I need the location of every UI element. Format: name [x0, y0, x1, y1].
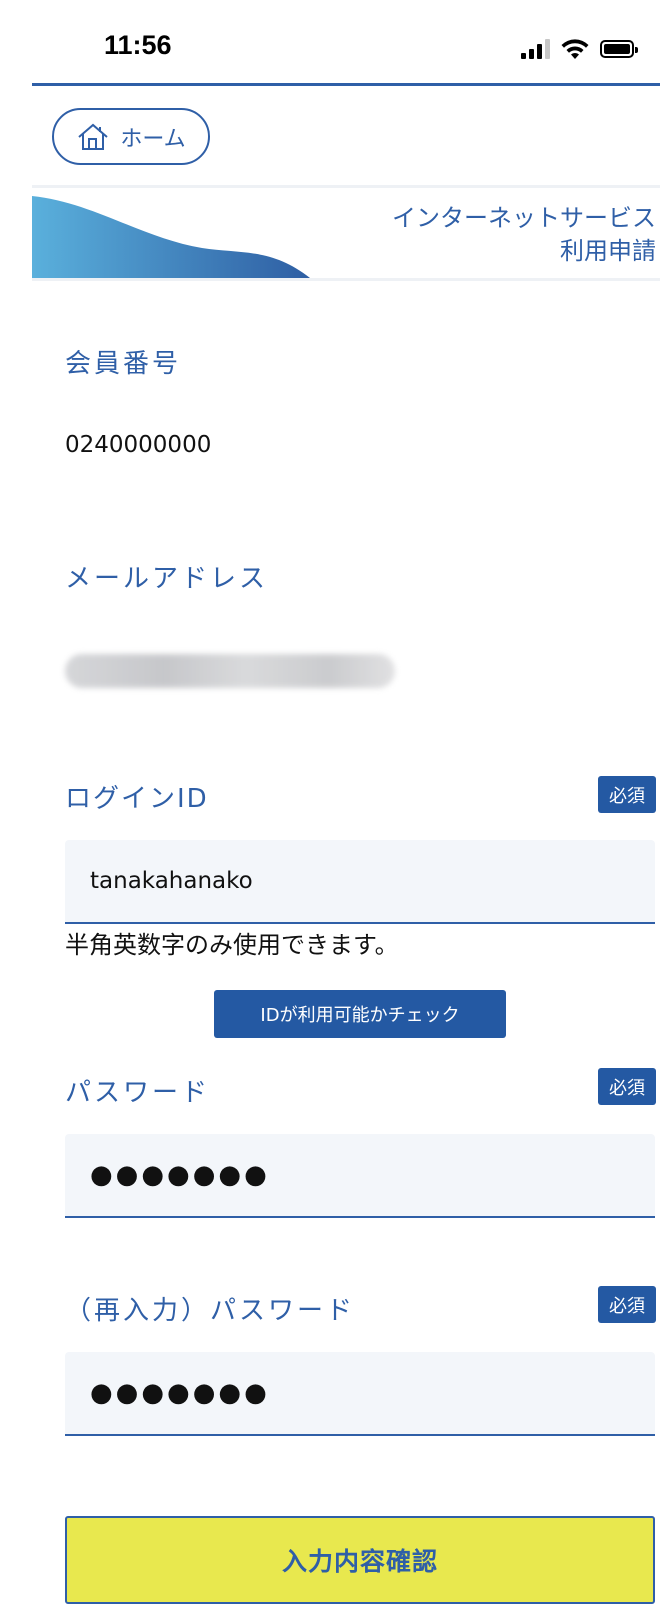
- login-id-required-badge: 必須: [598, 776, 656, 813]
- status-time: 11:56: [104, 30, 172, 60]
- login-id-input[interactable]: tanakahanako: [65, 840, 655, 924]
- page-title-line1: インターネットサービス: [392, 204, 656, 232]
- login-id-hint: 半角英数字のみ使用できます。: [65, 931, 399, 959]
- check-id-availability-button[interactable]: IDが利用可能かチェック: [214, 990, 506, 1038]
- email-label: メールアドレス: [65, 564, 269, 594]
- password-input[interactable]: ●●●●●●●: [65, 1134, 655, 1218]
- cellular-signal-icon: [521, 39, 550, 59]
- page-title-line2: 利用申請: [560, 237, 656, 265]
- status-bar: 11:56: [0, 0, 660, 84]
- confirm-input-button[interactable]: 入力内容確認: [65, 1516, 655, 1604]
- battery-icon: [600, 40, 638, 58]
- page-banner: インターネットサービス 利用申請: [32, 185, 660, 281]
- home-label: ホーム: [120, 126, 186, 152]
- member-number-value: 0240000000: [65, 432, 212, 458]
- email-value-redacted: [65, 654, 395, 688]
- password-confirm-required-badge: 必須: [598, 1286, 656, 1323]
- password-confirm-label: （再入力）パスワード: [65, 1296, 356, 1326]
- password-label: パスワード: [65, 1078, 211, 1108]
- login-id-label: ログインID: [65, 784, 209, 814]
- home-icon: [78, 123, 108, 150]
- page-title: インターネットサービス 利用申請: [392, 202, 656, 268]
- banner-wave: [32, 196, 310, 278]
- header-divider: [32, 83, 660, 86]
- password-confirm-input[interactable]: ●●●●●●●: [65, 1352, 655, 1436]
- member-number-label: 会員番号: [65, 349, 182, 379]
- home-button[interactable]: ホーム: [52, 108, 210, 165]
- password-required-badge: 必須: [598, 1068, 656, 1105]
- wifi-icon: [561, 39, 589, 59]
- status-icons: [521, 38, 638, 60]
